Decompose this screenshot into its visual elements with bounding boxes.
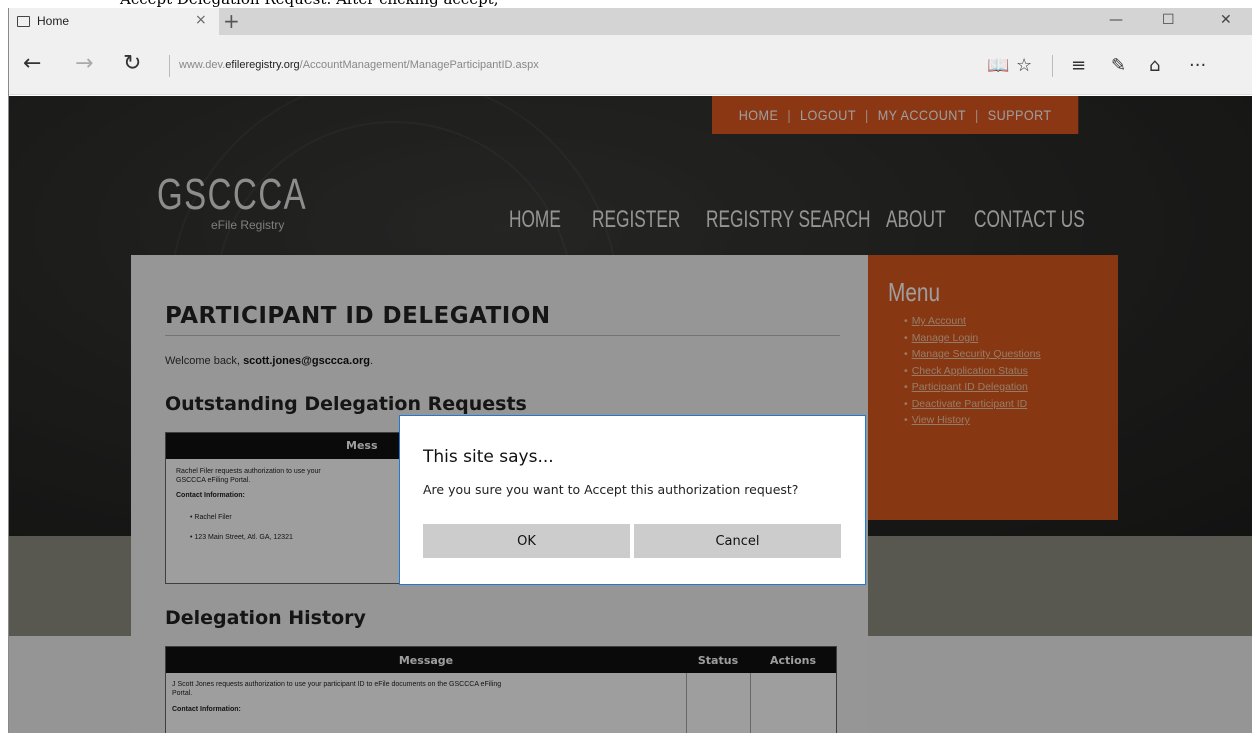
document-heading-text: Accept Delegation Request: After clickin…	[120, 0, 498, 8]
cancel-button[interactable]: Cancel	[634, 524, 841, 558]
tab-home[interactable]: Home ×	[9, 8, 219, 35]
web-page: HOME | LOGOUT | MY ACCOUNT | SUPPORT GSC…	[9, 96, 1252, 733]
web-note-icon[interactable]: ✎	[1111, 55, 1126, 76]
url-field[interactable]: www.dev.efileregistry.org/AccountManagem…	[179, 59, 539, 71]
close-tab-icon[interactable]: ×	[195, 12, 207, 28]
confirm-dialog: This site says... Are you sure you want …	[399, 415, 866, 585]
minimize-button[interactable]: —	[1109, 12, 1123, 28]
browser-window: Home × + — ☐ ✕ ← → ↻ www.dev.efileregist…	[8, 8, 1252, 733]
ok-button[interactable]: OK	[423, 524, 630, 558]
close-window-button[interactable]: ✕	[1220, 12, 1232, 28]
dialog-title: This site says...	[423, 447, 554, 467]
tab-bar: Home × + — ☐ ✕	[9, 8, 1252, 35]
address-bar: ← → ↻ www.dev.efileregistry.org/AccountM…	[9, 35, 1252, 95]
maximize-button[interactable]: ☐	[1162, 12, 1175, 28]
url-prefix: www.dev.	[179, 59, 226, 71]
toolbar-divider	[1052, 55, 1053, 77]
forward-button[interactable]: →	[75, 51, 93, 76]
url-path: /AccountManagement/ManageParticipantID.a…	[299, 59, 539, 71]
back-button[interactable]: ←	[23, 51, 41, 76]
share-icon[interactable]: ⌂	[1149, 55, 1160, 76]
hub-icon[interactable]: ≡	[1071, 55, 1086, 76]
document-heading-fragment: Accept Delegation Request: After clickin…	[0, 0, 1252, 8]
url-domain: efileregistry.org	[225, 59, 300, 71]
page-icon	[17, 16, 30, 27]
more-icon[interactable]: ···	[1189, 55, 1206, 76]
tab-title: Home	[37, 14, 70, 28]
dialog-message: Are you sure you want to Accept this aut…	[423, 482, 799, 497]
new-tab-button[interactable]: +	[223, 9, 240, 33]
url-divider	[169, 55, 170, 77]
favorite-star-icon[interactable]: ☆	[1016, 55, 1032, 76]
reading-view-icon[interactable]: 📖	[987, 55, 1009, 76]
refresh-button[interactable]: ↻	[123, 51, 141, 76]
